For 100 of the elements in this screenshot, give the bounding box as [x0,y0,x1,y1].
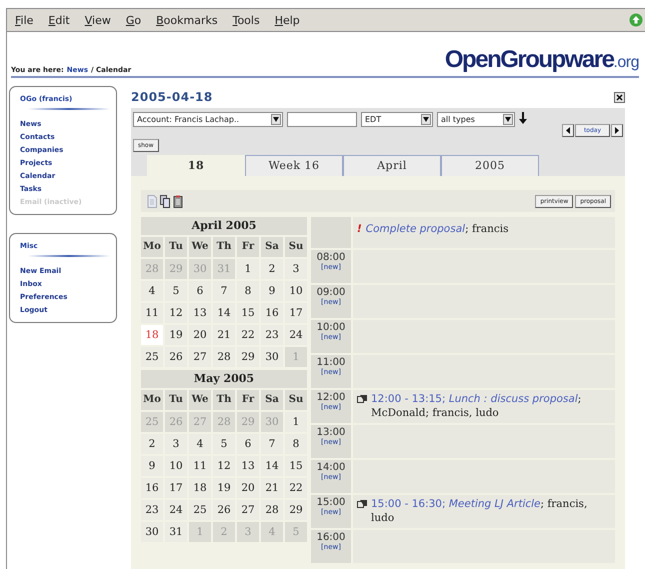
calendar-day[interactable]: 29 [237,347,259,367]
calendar-day[interactable]: 12 [213,456,235,476]
calendar-day[interactable]: 16 [261,303,283,323]
tab[interactable]: 18 [147,155,245,176]
calendar-day[interactable]: 13 [237,456,259,476]
calendar-day[interactable]: 24 [165,500,187,520]
next-button[interactable] [611,124,623,137]
calendar-day[interactable]: 9 [141,456,163,476]
calendar-day[interactable]: 26 [213,500,235,520]
calendar-day[interactable]: 2 [141,434,163,454]
weekday-header: Fr [237,390,259,410]
tab[interactable]: 2005 [441,155,539,176]
calendar-day[interactable]: 16 [141,478,163,498]
calendar-day[interactable]: 23 [141,500,163,520]
calendar-day[interactable]: 12 [165,303,187,323]
menu-item[interactable]: Edit [48,14,70,26]
calendar-day[interactable]: 22 [285,478,307,498]
weekday-header: Sa [261,390,283,410]
calendar-day[interactable]: 1 [285,412,307,432]
calendar-day[interactable]: 15 [237,303,259,323]
calendar-day[interactable]: 24 [285,325,307,345]
right-arrow-icon [614,127,620,134]
account-select[interactable]: Account: Francis Lachap.. [133,112,283,127]
weekday-header: Fr [237,237,259,257]
calendar-day[interactable]: 21 [213,325,235,345]
hour-label: 10:00 [316,322,346,333]
calendar-day[interactable]: 11 [189,456,211,476]
paste-icon[interactable] [173,194,183,208]
calendar-day[interactable]: 17 [285,303,307,323]
calendar-day[interactable]: 10 [165,456,187,476]
calendar-day[interactable]: 29 [285,500,307,520]
time-slot-cell[interactable]: 12:00 - 13:15; Lunch : discuss proposal; McDonald; francis, ludo [353,390,615,423]
calendar-day[interactable]: 25 [141,347,163,367]
previous-button[interactable] [562,124,574,137]
calendar-day[interactable]: 18 [189,478,211,498]
calendar-day[interactable]: 28 [261,500,283,520]
calendar-day[interactable]: 3 [165,434,187,454]
calendar-day[interactable]: 17 [165,478,187,498]
calendar-day[interactable]: 5 [165,281,187,301]
left-arrow-icon [564,127,571,134]
calendar-day[interactable]: 5 [213,434,235,454]
menu-item[interactable]: Go [126,14,142,26]
menu-item[interactable]: View [84,14,111,26]
calendar-day[interactable]: 23 [261,325,283,345]
menu-item[interactable]: Tools [232,14,260,26]
calendar-day[interactable]: 9 [261,281,283,301]
calendar-day[interactable]: 21 [261,478,283,498]
calendar-day[interactable]: 14 [261,456,283,476]
calendar-day[interactable]: 13 [189,303,211,323]
close-icon[interactable] [614,92,625,102]
calendar-day[interactable]: 26 [165,347,187,367]
hour-label: 14:00 [316,462,346,473]
calendar-day[interactable]: 31 [165,522,187,542]
calendar-day[interactable]: 22 [237,325,259,345]
calendar-day[interactable]: 3 [285,259,307,279]
calendar-day[interactable]: 18 [141,325,163,345]
menu-item[interactable]: Bookmarks [156,14,218,26]
appointment-icon [357,499,368,508]
appointment-text[interactable]: 15:00 - 16:30; Meeting LJ Article; francis, ludo [371,497,611,525]
calendar-day[interactable]: 11 [141,303,163,323]
time-slot-cell[interactable]: 15:00 - 16:30; Meeting LJ Article; francis, ludo [353,495,615,528]
calendar-day[interactable]: 8 [285,434,307,454]
weekday-header: Mo [141,390,163,410]
calendar-day[interactable]: 19 [213,478,235,498]
calendar-day[interactable]: 20 [237,478,259,498]
calendar-day[interactable]: 4 [189,434,211,454]
calendar-day[interactable]: 27 [237,500,259,520]
calendar-day[interactable]: 6 [237,434,259,454]
weekday-header: Su [285,237,307,257]
appointment-text[interactable]: 12:00 - 13:15; Lunch : discuss proposal; McDonald; francis, ludo [371,392,611,420]
calendar-day[interactable]: 25 [189,500,211,520]
timezone-select[interactable]: EDT [361,112,433,127]
type-select[interactable]: all types [437,112,515,127]
calendar-day[interactable]: 1 [237,259,259,279]
weekday-header: Tu [165,237,187,257]
calendar-day[interactable]: 20 [189,325,211,345]
menu-item[interactable]: File [15,14,34,26]
calendar-day[interactable]: 4 [141,281,163,301]
tab[interactable]: Week 16 [245,155,343,176]
calendar-day[interactable]: 30 [261,347,283,367]
calendar-day[interactable]: 30 [141,522,163,542]
tab[interactable]: April [343,155,441,176]
calendar-day[interactable]: 10 [285,281,307,301]
menu-item[interactable]: Help [274,14,300,26]
calendar-day[interactable]: 15 [285,456,307,476]
calendar-day[interactable]: 27 [189,347,211,367]
weekday-header: Th [213,237,235,257]
calendar-day[interactable]: 2 [261,259,283,279]
calendar-day[interactable]: 8 [237,281,259,301]
page-title: 2005-04-18 [131,90,213,104]
calendar-day[interactable]: 7 [213,281,235,301]
calendar-day[interactable]: 19 [165,325,187,345]
copy-icon[interactable] [160,194,170,208]
calendar-day[interactable]: 28 [213,347,235,367]
search-field[interactable] [287,112,357,127]
calendar-day[interactable]: 6 [189,281,211,301]
appointment-text[interactable]: Complete proposal; francis [366,222,508,236]
down-arrow-icon[interactable] [519,112,527,124]
calendar-day[interactable]: 14 [213,303,235,323]
calendar-day[interactable]: 7 [261,434,283,454]
